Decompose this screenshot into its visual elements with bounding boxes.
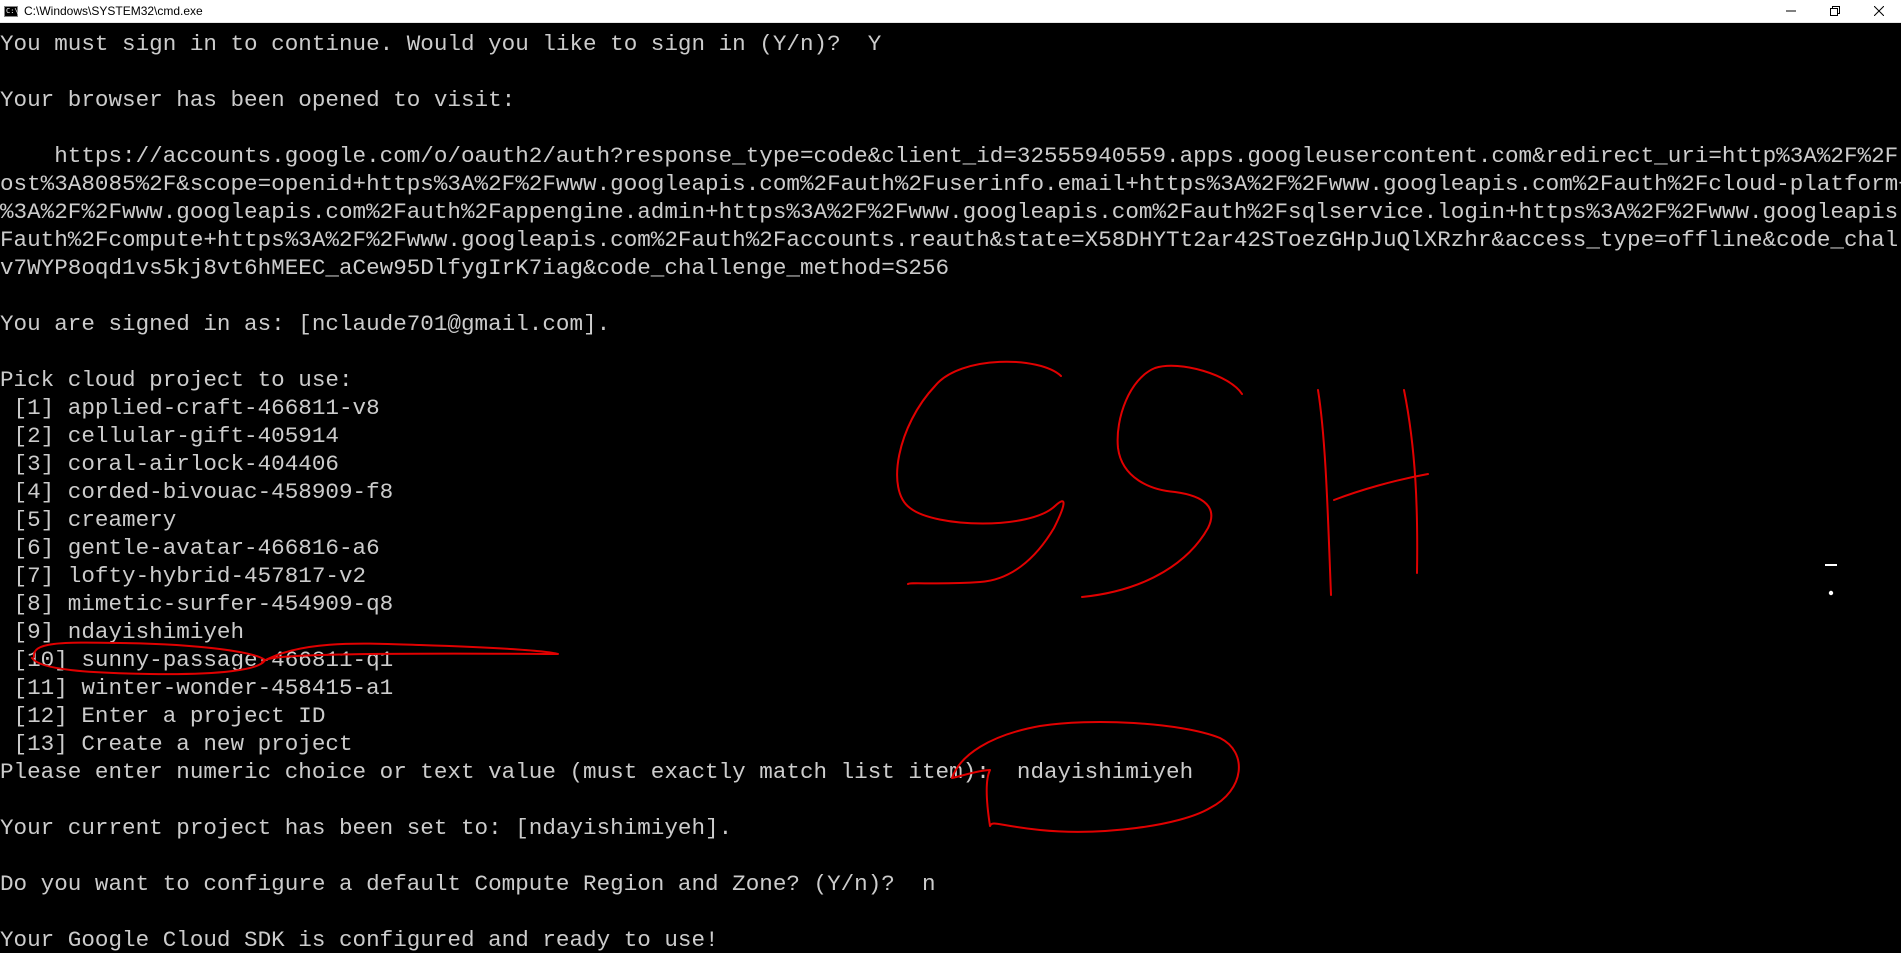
console-line: You are signed in as: [nclaude701@gmail.… [0, 311, 611, 337]
console-output[interactable]: You must sign in to continue. Would you … [0, 22, 1901, 953]
console-line: Your current project has been set to: [n… [0, 815, 733, 841]
title-bar[interactable]: C:\ C:\Windows\SYSTEM32\cmd.exe [0, 0, 1901, 23]
console-line: Please enter numeric choice or text valu… [0, 759, 1194, 785]
console-line: [8] mimetic-surfer-454909-q8 [0, 591, 394, 617]
console-line: Do you want to configure a default Compu… [0, 871, 936, 897]
cmd-app-icon[interactable]: C:\ [4, 5, 19, 17]
console-line: Your Google Cloud SDK is configured and … [0, 927, 719, 953]
console-line: [1] applied-craft-466811-v8 [0, 395, 380, 421]
minimize-icon [1786, 10, 1796, 12]
console-line: Fauth%2Fcompute+https%3A%2F%2Fwww.google… [0, 227, 1901, 253]
pen-more-icon[interactable] [1822, 488, 1840, 502]
close-icon [1874, 6, 1884, 16]
cmd-window: C:\ C:\Windows\SYSTEM32\cmd.exe You must… [0, 0, 1901, 953]
console-line: [9] ndayishimiyeh [0, 619, 245, 645]
close-button[interactable] [1857, 0, 1901, 22]
console-line: [11] winter-wonder-458415-a1 [0, 675, 394, 701]
console-line: [5] creamery [0, 507, 177, 533]
console-line: [3] coral-airlock-404406 [0, 451, 339, 477]
console-line: Pick cloud project to use: [0, 367, 353, 393]
console-line: https://accounts.google.com/o/oauth2/aut… [0, 143, 1901, 169]
video-icon[interactable] [1817, 528, 1845, 554]
console-line: [7] lofty-hybrid-457817-v2 [0, 563, 367, 589]
console-line: [13] Create a new project [0, 731, 353, 757]
screen-capture-toolbar [1816, 488, 1846, 618]
minimize-button[interactable] [1769, 0, 1813, 22]
gear-icon[interactable] [1817, 580, 1845, 606]
console-line: [4] corded-bivouac-458909-f8 [0, 479, 394, 505]
restore-icon [1830, 6, 1840, 16]
window-icon[interactable] [1817, 554, 1845, 580]
console-line: [2] cellular-gift-405914 [0, 423, 339, 449]
window-controls [1769, 0, 1901, 22]
console-line: [6] gentle-avatar-466816-a6 [0, 535, 380, 561]
console-line: [10] sunny-passage-466811-q1 [0, 647, 394, 673]
console-line: %3A%2F%2Fwww.googleapis.com%2Fauth%2Fapp… [0, 199, 1901, 225]
console-line: [12] Enter a project ID [0, 703, 326, 729]
console-line: Your browser has been opened to visit: [0, 87, 516, 113]
console-line: ost%3A8085%2F&scope=openid+https%3A%2F%2… [0, 171, 1901, 197]
window-title: C:\Windows\SYSTEM32\cmd.exe [24, 4, 203, 18]
restore-button[interactable] [1813, 0, 1857, 22]
console-line: v7WYP8oqd1vs5kj8vt6hMEEC_aCew95DlfygIrK7… [0, 255, 950, 281]
camera-icon[interactable] [1817, 502, 1845, 528]
console-line: You must sign in to continue. Would you … [0, 31, 882, 57]
